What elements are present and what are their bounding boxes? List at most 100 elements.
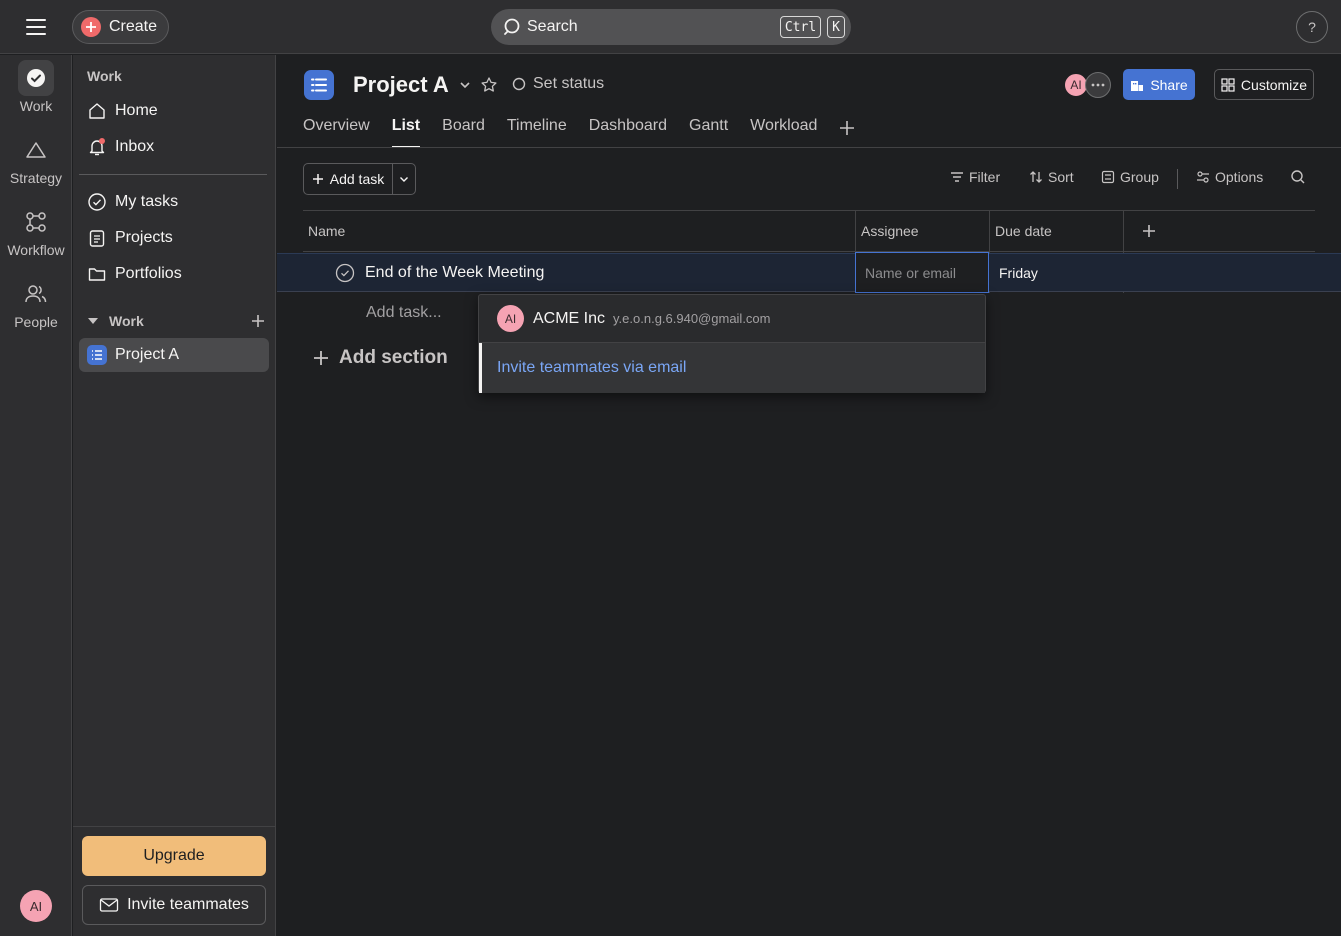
bell-icon [87, 137, 107, 157]
triangle-icon [18, 132, 54, 168]
options-icon [1196, 171, 1210, 183]
options-label: Options [1215, 169, 1264, 185]
add-column-button[interactable] [1124, 211, 1315, 252]
tab-overview[interactable]: Overview [303, 111, 370, 148]
assignee-option-acme[interactable]: AI ACME Inc y.e.o.n.g.6.940@gmail.com [479, 295, 985, 343]
folder-icon [87, 264, 107, 284]
list-project-icon [87, 345, 107, 365]
rail-label-work: Work [19, 98, 53, 114]
create-label: Create [109, 18, 158, 35]
column-header-name[interactable]: Name [303, 211, 855, 252]
upgrade-button[interactable]: Upgrade [82, 836, 266, 876]
sidebar-item-home[interactable]: Home [79, 94, 269, 128]
plus-icon [1142, 224, 1156, 238]
chevron-down-icon[interactable] [458, 78, 472, 92]
search-tasks-button[interactable] [1290, 169, 1306, 185]
sidebar-section-work: Work [87, 313, 265, 329]
search-label: Search [527, 18, 578, 35]
more-members-icon[interactable] [1085, 72, 1111, 98]
rail-item-workflow[interactable]: Workflow [0, 204, 72, 258]
sidebar-item-my-tasks[interactable]: My tasks [79, 185, 269, 219]
add-section-label: Add section [339, 347, 448, 368]
invite-label: Invite teammates [127, 896, 249, 913]
group-button[interactable]: Group [1101, 169, 1159, 185]
sidebar-item-project-a[interactable]: Project A [79, 338, 269, 372]
rail-item-strategy[interactable]: Strategy [0, 132, 72, 186]
star-icon[interactable] [480, 76, 498, 94]
search-bar[interactable]: Search Ctrl K [491, 9, 851, 45]
filter-button[interactable]: Filter [950, 169, 1000, 185]
help-button[interactable]: ? [1296, 11, 1328, 43]
invite-via-email-option[interactable]: Invite teammates via email [479, 343, 985, 393]
tab-gantt[interactable]: Gantt [689, 111, 728, 148]
caret-down-icon[interactable] [87, 316, 99, 326]
search-icon [1290, 169, 1306, 185]
add-task-label: Add task [329, 171, 385, 187]
rail-item-people[interactable]: People [0, 276, 72, 330]
sidebar-item-projects[interactable]: Projects [79, 221, 269, 255]
tab-dashboard[interactable]: Dashboard [589, 111, 667, 148]
add-project-plus-icon[interactable] [251, 314, 265, 328]
set-status-button[interactable]: Set status [512, 75, 604, 93]
task-complete-check-icon[interactable] [335, 263, 355, 283]
sort-label: Sort [1048, 169, 1074, 185]
rail-label-people: People [14, 314, 58, 330]
add-task-button[interactable]: Add task [304, 164, 393, 194]
plus-icon [312, 173, 324, 185]
view-tabs: Overview List Board Timeline Dashboard G… [303, 111, 855, 148]
sidebar-item-label: Home [115, 102, 158, 119]
sidebar-footer-divider [73, 826, 275, 827]
customize-grid-icon [1221, 77, 1235, 92]
toolbar-divider [1177, 169, 1178, 189]
column-header-assignee[interactable]: Assignee [856, 211, 989, 252]
create-button[interactable]: Create [72, 10, 169, 44]
tab-workload[interactable]: Workload [750, 111, 817, 148]
share-label: Share [1150, 76, 1188, 93]
group-label: Group [1120, 169, 1159, 185]
add-task-inline[interactable]: Add task... [366, 304, 442, 322]
search-icon [503, 17, 523, 37]
clipboard-icon [87, 228, 107, 248]
sidebar-item-label: My tasks [115, 193, 179, 210]
add-task-dropdown-button[interactable] [393, 164, 415, 194]
add-tab-plus-icon[interactable] [839, 112, 855, 148]
mail-icon [99, 897, 119, 913]
hamburger-menu-icon[interactable] [21, 13, 51, 41]
share-button[interactable]: Share [1123, 69, 1195, 100]
assignee-dropdown: AI ACME Inc y.e.o.n.g.6.940@gmail.com In… [478, 294, 986, 393]
shortcut-key-ctrl: Ctrl [779, 16, 822, 38]
tab-list[interactable]: List [391, 111, 421, 148]
status-circle-icon [512, 77, 526, 91]
tab-board[interactable]: Board [442, 111, 485, 148]
add-section-button[interactable]: Add section [313, 347, 448, 369]
assignee-option-name: ACME Inc [533, 309, 606, 327]
status-label: Set status [533, 75, 605, 92]
shortcut-key-k: K [827, 16, 845, 38]
sidebar-item-portfolios[interactable]: Portfolios [79, 257, 269, 291]
tab-timeline[interactable]: Timeline [507, 111, 567, 148]
sidebar-item-label: Inbox [115, 138, 155, 155]
options-button[interactable]: Options [1196, 169, 1263, 185]
sidebar: Work Home Inbox My tasks Projects Portfo… [73, 55, 276, 936]
sidebar-item-inbox[interactable]: Inbox [79, 130, 269, 164]
add-task-group: Add task [303, 163, 416, 195]
main-content: Project A Set status AI Share Customize … [277, 55, 1341, 936]
due-date-value[interactable]: Friday [999, 265, 1038, 281]
workflow-icon [18, 204, 54, 240]
tabs-divider [277, 147, 1341, 148]
task-name[interactable]: End of the Week Meeting [365, 264, 544, 282]
column-header-due-date[interactable]: Due date [990, 211, 1123, 252]
sort-button[interactable]: Sort [1029, 169, 1074, 185]
sidebar-divider [79, 174, 267, 175]
assignee-input[interactable] [855, 252, 989, 293]
chevron-down-icon [398, 173, 410, 185]
list-project-icon [304, 70, 334, 100]
invite-teammates-button[interactable]: Invite teammates [82, 885, 266, 925]
left-rail: Work Strategy Workflow People AI [0, 55, 72, 936]
user-avatar[interactable]: AI [20, 890, 52, 922]
filter-label: Filter [969, 169, 1001, 185]
group-icon [1101, 170, 1115, 184]
share-icon [1130, 78, 1144, 92]
customize-button[interactable]: Customize [1214, 69, 1314, 100]
rail-item-work[interactable]: Work [0, 60, 72, 114]
